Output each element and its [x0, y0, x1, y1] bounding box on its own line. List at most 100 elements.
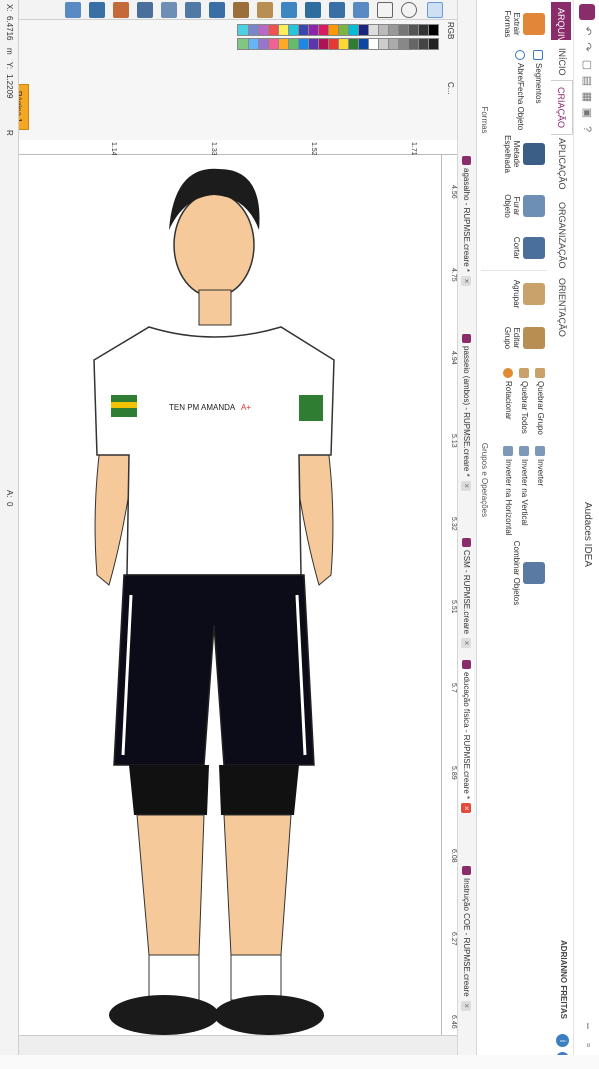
agrupar-button[interactable]: Agrupar — [512, 276, 545, 312]
close-tab-icon[interactable]: × — [461, 803, 471, 814]
flip-horizontal-icon — [503, 446, 513, 456]
minimize-button[interactable]: – — [582, 1023, 594, 1029]
rotacionar-button[interactable]: Rotacionar — [503, 368, 513, 420]
extrair-formas-button[interactable]: Extrair Formas — [503, 4, 545, 44]
status-bar: X: 6.4716 m Y: 1.2209 R A: 0 — [0, 0, 19, 1069]
ribbon-tabs: ARQUIVO INÍCIO CRIAÇÃO APLICAÇÃO ORGANIZ… — [551, 0, 573, 1069]
zoom-strip[interactable] — [0, 1055, 599, 1069]
doc-tab-agasalho[interactable]: agasalho - RUPMSE.creare *× — [459, 156, 474, 287]
ruler-tick: 6.46 — [450, 1015, 457, 1029]
y-value[interactable]: 1.2209 — [5, 74, 14, 98]
ruler-tick: 5.51 — [450, 600, 457, 614]
unit-label: m — [5, 48, 14, 55]
inverter-vertical-button[interactable]: Inverter na Vertical — [519, 446, 529, 526]
furar-objeto-button[interactable]: Furar Objeto — [503, 184, 545, 228]
doc-tab-csm[interactable]: CSM - RUPMSE.creare× — [459, 538, 474, 649]
neck — [198, 289, 232, 326]
text-tool-icon[interactable] — [137, 2, 153, 18]
inverter-button[interactable]: Inverter — [535, 446, 545, 486]
tab-organizacao[interactable]: ORGANIZAÇÃO — [551, 196, 573, 275]
right-undershort — [219, 765, 299, 815]
tab-orientacao[interactable]: ORIENTAÇÃO — [551, 272, 573, 343]
grupos-operacoes-group-label: Grupos e Operações — [480, 442, 489, 518]
color-swatch[interactable] — [237, 38, 249, 50]
ruler-tick: 4.94 — [450, 351, 457, 365]
image-tool-icon[interactable] — [113, 2, 129, 18]
doc-tab-passeio[interactable]: passeio (ambos) - RUPMSE.creare *× — [459, 334, 474, 491]
select-tool-icon[interactable] — [427, 2, 443, 18]
quebrar-grupo-button[interactable]: Quebrar Grupo — [535, 368, 545, 435]
doc-icon — [462, 334, 471, 343]
maximize-button[interactable]: ▫ — [582, 1043, 594, 1047]
ungroup-icon — [535, 368, 545, 378]
shirt — [93, 326, 335, 576]
ruler-tick: 5.13 — [450, 434, 457, 448]
cortar-button[interactable]: Cortar — [512, 232, 545, 264]
doc-tab-instrucao-coe[interactable]: Instrução COE - RUPMSE.creare× — [459, 866, 474, 1011]
a-value[interactable]: 0 — [5, 502, 14, 506]
y-label: Y: — [5, 62, 14, 70]
pen-tool-icon[interactable] — [353, 2, 369, 18]
ribbon-panel: Extrair Formas Segmentos Abre/Fecha Obje… — [476, 0, 551, 1069]
tab-criacao[interactable]: CRIAÇÃO — [551, 80, 573, 136]
editar-grupo-button[interactable]: Editar Grupo — [503, 316, 545, 360]
vertical-scrollbar[interactable] — [19, 1035, 457, 1055]
group-separator — [481, 270, 547, 271]
combine-objects-icon — [523, 562, 545, 584]
info-icon[interactable]: i — [556, 1034, 569, 1048]
tab-arquivo[interactable]: ARQUIVO — [551, 2, 571, 50]
vertical-ruler: 1.71 1.52 1.33 1.14 — [19, 140, 457, 156]
color-model-b: C... — [446, 82, 455, 95]
x-value[interactable]: 6.4716 — [5, 16, 14, 40]
ruler-tick: 5.89 — [450, 766, 457, 780]
ungroup-all-icon — [519, 368, 529, 378]
rotate-icon — [503, 368, 513, 378]
drawing-canvas[interactable]: TEN PM AMANDA A+ — [19, 155, 441, 1035]
color-model-a: RGB — [446, 22, 455, 40]
figure-drawing: TEN PM AMANDA A+ — [93, 168, 335, 1035]
bezier-tool-icon[interactable] — [329, 2, 345, 18]
horizontal-ruler: 4.56 4.75 4.94 5.13 5.32 5.51 5.7 5.89 6… — [441, 155, 457, 1069]
transform-tool-icon[interactable] — [209, 2, 225, 18]
inverter-horizontal-button[interactable]: Inverter na Horizontal — [503, 446, 513, 535]
shape-tool-icon[interactable] — [281, 2, 297, 18]
doc-tab-educacao-fisica[interactable]: educação física - RUPMSE.creare *× — [459, 660, 474, 814]
stamp-tool-icon[interactable] — [161, 2, 177, 18]
ruler-tick: 1.52 — [310, 142, 317, 156]
ruler-tick: 1.14 — [110, 142, 117, 156]
right-sleeve-patch — [299, 395, 323, 421]
tab-aplicacao[interactable]: APLICAÇÃO — [551, 132, 573, 196]
close-tab-icon[interactable]: × — [461, 480, 471, 491]
texture-tool-icon[interactable] — [233, 2, 249, 18]
symbol-tool-icon[interactable] — [89, 2, 105, 18]
quebrar-todos-button[interactable]: Quebrar Todos — [519, 368, 529, 434]
extract-shapes-icon — [523, 13, 545, 35]
close-tab-icon[interactable]: × — [461, 638, 471, 649]
close-tab-icon[interactable]: × — [461, 1000, 471, 1011]
abre-fecha-objeto-button[interactable]: Abre/Fecha Objeto — [515, 50, 525, 130]
effects-tool-icon[interactable] — [65, 2, 81, 18]
ruler-tick: 1.33 — [210, 142, 217, 156]
segmentos-button[interactable]: Segmentos — [533, 50, 543, 103]
doc-icon — [462, 156, 471, 165]
ruler-tick: 6.27 — [450, 932, 457, 946]
left-leg — [136, 814, 205, 956]
warp-tool-icon[interactable] — [185, 2, 201, 18]
cut-icon — [523, 237, 545, 259]
combinar-objetos-button[interactable]: Combinar Objetos — [512, 540, 545, 606]
edit-group-icon — [523, 327, 545, 349]
tab-inicio[interactable]: INÍCIO — [551, 42, 573, 82]
left-shoe — [109, 995, 219, 1035]
tool-strip — [19, 0, 457, 20]
fill-tool-icon[interactable] — [257, 2, 273, 18]
close-tab-icon[interactable]: × — [461, 276, 471, 287]
r-label[interactable]: R — [5, 130, 14, 136]
head — [173, 192, 255, 298]
metade-espelhada-button[interactable]: Metade Espelhada — [503, 130, 545, 178]
node-tool-icon[interactable] — [305, 2, 321, 18]
pierce-object-icon — [523, 195, 545, 217]
color-swatch[interactable] — [237, 24, 249, 36]
hand-tool-icon[interactable] — [377, 2, 393, 18]
shorts — [113, 574, 315, 766]
lasso-tool-icon[interactable] — [401, 2, 417, 18]
